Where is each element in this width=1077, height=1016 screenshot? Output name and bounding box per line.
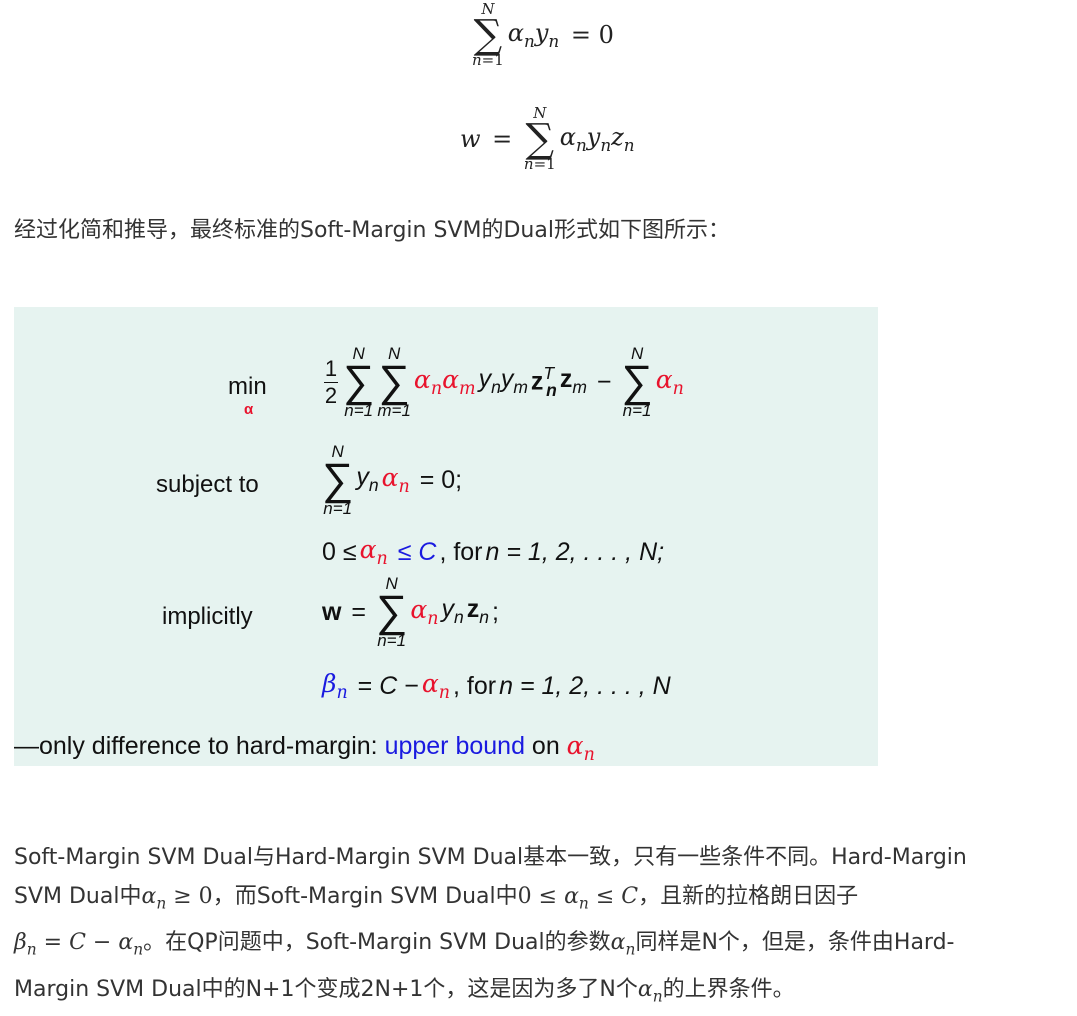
for-text: , for: [453, 671, 497, 700]
summation-symbol: N ∑ n=1: [343, 344, 375, 420]
for-text: , for: [439, 537, 483, 566]
summation-symbol: N ∑ n=1: [472, 0, 504, 69]
comparison-paragraph: Soft-Margin SVM Dual与Hard-Margin SVM Dua…: [14, 845, 967, 1006]
beta-definition: βn = C − αn , for n = 1, 2, . . . , N: [322, 669, 671, 704]
difference-note: —only difference to hard-margin: upper b…: [14, 731, 595, 766]
summation-symbol: N ∑ n=1: [523, 104, 556, 173]
summation-symbol: N ∑ m=1: [377, 344, 411, 420]
range-text: n = 1, 2, . . . , N;: [485, 537, 665, 566]
dual-formulation-figure: min α 12 N ∑ n=1 N ∑ m=1 αnαm ynym zTn zm − …: [14, 307, 878, 766]
constraint-bound: 0 ≤ αn ≤ C , for n = 1, 2, . . . , N;: [322, 535, 665, 570]
summation-symbol: N ∑ n=1: [375, 574, 408, 650]
equation-w-definition: w = N ∑ n=1 αnynzn: [460, 104, 635, 173]
upper-bound-highlight: upper bound: [384, 732, 525, 760]
range-text: n = 1, 2, . . . , N: [499, 671, 671, 700]
objective-expression: 12 N ∑ n=1 N ∑ m=1 αnαm ynym zTn zm − N ∑ n=1 …: [324, 344, 684, 420]
summation-symbol: N ∑ n=1: [621, 344, 653, 420]
summation-symbol: N ∑ n=1: [322, 442, 354, 518]
equation-constraint-sum: N ∑ n=1 αnyn = 0: [472, 0, 614, 69]
min-label: min: [228, 373, 267, 400]
implicit-w-expression: w = N ∑ n=1 αn yn zn;: [322, 574, 499, 650]
subject-to-label: subject to: [156, 471, 259, 498]
constraint-equality: N ∑ n=1 yn αn = 0;: [322, 442, 463, 518]
intro-paragraph: 经过化简和推导，最终标准的Soft-Margin SVM的Dual形式如下图所示…: [14, 218, 730, 243]
one-half-fraction: 12: [324, 355, 338, 408]
min-alpha-subscript: α: [244, 401, 254, 418]
implicitly-label: implicitly: [162, 603, 253, 630]
